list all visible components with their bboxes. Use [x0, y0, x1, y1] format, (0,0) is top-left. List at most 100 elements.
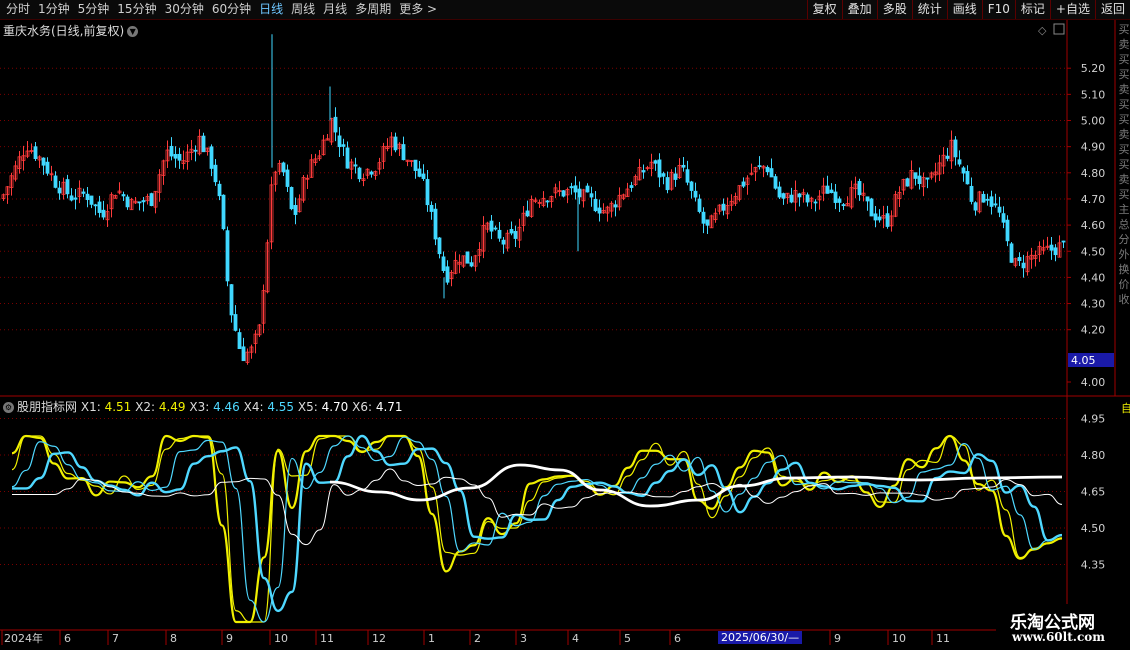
candle-body	[221, 194, 226, 230]
candle-body	[1049, 244, 1054, 251]
candle-body	[201, 135, 206, 153]
side-tab-4[interactable]: 卖	[1118, 82, 1130, 97]
candle-body	[433, 208, 438, 240]
price-label-10: 4.20	[1081, 324, 1106, 337]
candle-body	[1021, 262, 1026, 269]
time-label-16: 11	[936, 632, 950, 645]
candle-body	[93, 204, 98, 207]
candle-body	[573, 185, 578, 193]
side-tab-18[interactable]: 收	[1118, 292, 1130, 307]
candle-body	[653, 160, 658, 164]
candle-body	[141, 200, 146, 203]
indicator-label-2: X3:	[185, 400, 214, 414]
candle-body	[289, 187, 294, 210]
candle-body	[985, 198, 990, 201]
side-tab-13[interactable]: 总	[1118, 217, 1130, 232]
indicator-value-5: 4.71	[375, 400, 403, 414]
candle-body	[685, 169, 690, 183]
side-tab-5[interactable]: 买	[1118, 97, 1130, 112]
indicator-label-4: X5:	[294, 400, 322, 414]
candle-body	[125, 196, 130, 208]
candle-body	[569, 186, 574, 189]
candle-body	[701, 211, 706, 224]
candle-body	[85, 193, 90, 200]
candle-body	[593, 198, 598, 212]
side-tab-10[interactable]: 卖	[1118, 172, 1130, 187]
candle-body	[73, 197, 78, 200]
candle-body	[437, 237, 442, 255]
indicator-label-1: 4.80	[1081, 449, 1106, 462]
side-tab-14[interactable]: 分	[1118, 232, 1130, 247]
indicator-label-1: X2:	[131, 400, 159, 414]
price-label-2: 5.00	[1081, 115, 1106, 128]
candle-body	[241, 346, 246, 362]
chart-canvas[interactable]: 5.20 5.10 5.00 4.90 4.80 4.70 4.60 4.50 4.40 4.30…	[0, 0, 1130, 650]
price-label-9: 4.30	[1081, 298, 1106, 311]
candle-body	[33, 146, 38, 160]
candle-body	[1053, 247, 1058, 256]
candle-body	[401, 144, 406, 161]
candle-body	[833, 191, 838, 203]
candle-body	[53, 175, 58, 188]
side-tab-7[interactable]: 卖	[1118, 127, 1130, 142]
price-label-1: 5.10	[1081, 88, 1106, 101]
candle-body	[885, 213, 890, 227]
indicator-side-tab[interactable]: 自	[1121, 402, 1130, 415]
candle-body	[513, 231, 518, 239]
time-label-0: 2024年	[4, 631, 43, 645]
candle-body	[789, 194, 794, 203]
candle-body	[805, 194, 810, 203]
candle-body	[953, 139, 958, 158]
side-tab-12[interactable]: 主	[1118, 202, 1130, 217]
candle-body	[101, 209, 106, 218]
candle-body	[173, 154, 178, 159]
diamond-icon[interactable]: ◇	[1038, 24, 1047, 37]
time-label-1: 6	[64, 632, 71, 645]
candle-body	[865, 196, 870, 202]
price-label-0: 5.20	[1081, 62, 1106, 75]
candle-body	[209, 146, 214, 169]
side-tab-8[interactable]: 买	[1118, 142, 1130, 157]
candle-body	[353, 164, 358, 167]
side-tab-0[interactable]: 买	[1118, 22, 1130, 37]
time-label-13: 6	[674, 632, 681, 645]
indicator-label-3: 4.50	[1081, 522, 1106, 535]
candle-body	[501, 239, 506, 245]
candle-body	[721, 203, 726, 211]
side-tab-17[interactable]: 价	[1118, 277, 1130, 292]
candle-body	[841, 204, 846, 207]
time-label-10: 3	[520, 632, 527, 645]
time-label-9: 2	[474, 632, 481, 645]
candle-body	[857, 181, 862, 196]
time-label-11: 4	[572, 632, 579, 645]
side-tab-11[interactable]: 买	[1118, 187, 1130, 202]
candle-body	[137, 201, 142, 204]
price-label-6: 4.60	[1081, 219, 1106, 232]
time-label-8: 1	[428, 632, 435, 645]
settings-icon[interactable]: ⚙	[3, 402, 14, 413]
side-tab-1[interactable]: 卖	[1118, 37, 1130, 52]
indicator-label-3: X4:	[239, 400, 268, 414]
candle-body	[561, 190, 566, 197]
price-label-4: 4.80	[1081, 167, 1106, 180]
side-tab-6[interactable]: 买	[1118, 112, 1130, 127]
time-label-3: 8	[170, 632, 177, 645]
indicator-value-2: 4.46	[213, 400, 240, 414]
candle-body	[441, 256, 446, 271]
candle-body	[925, 177, 930, 180]
candle-body	[193, 149, 198, 152]
side-tab-9[interactable]: 买	[1118, 157, 1130, 172]
indicator-value-1: 4.49	[158, 400, 186, 414]
candle-body	[869, 198, 874, 217]
side-tab-16[interactable]: 换	[1118, 262, 1130, 277]
watermark-logo: 乐淘公式网 www.60lt.com	[996, 604, 1130, 650]
candle-body	[41, 157, 46, 166]
candle-body	[89, 195, 94, 205]
window-icon[interactable]	[1053, 23, 1065, 35]
candle-body	[641, 170, 646, 173]
side-tab-2[interactable]: 买	[1118, 52, 1130, 67]
current-price-tag: 4.05	[1071, 354, 1096, 367]
candle-body	[837, 198, 842, 203]
side-tab-15[interactable]: 外	[1118, 247, 1130, 262]
side-tab-3[interactable]: 买	[1118, 67, 1130, 82]
